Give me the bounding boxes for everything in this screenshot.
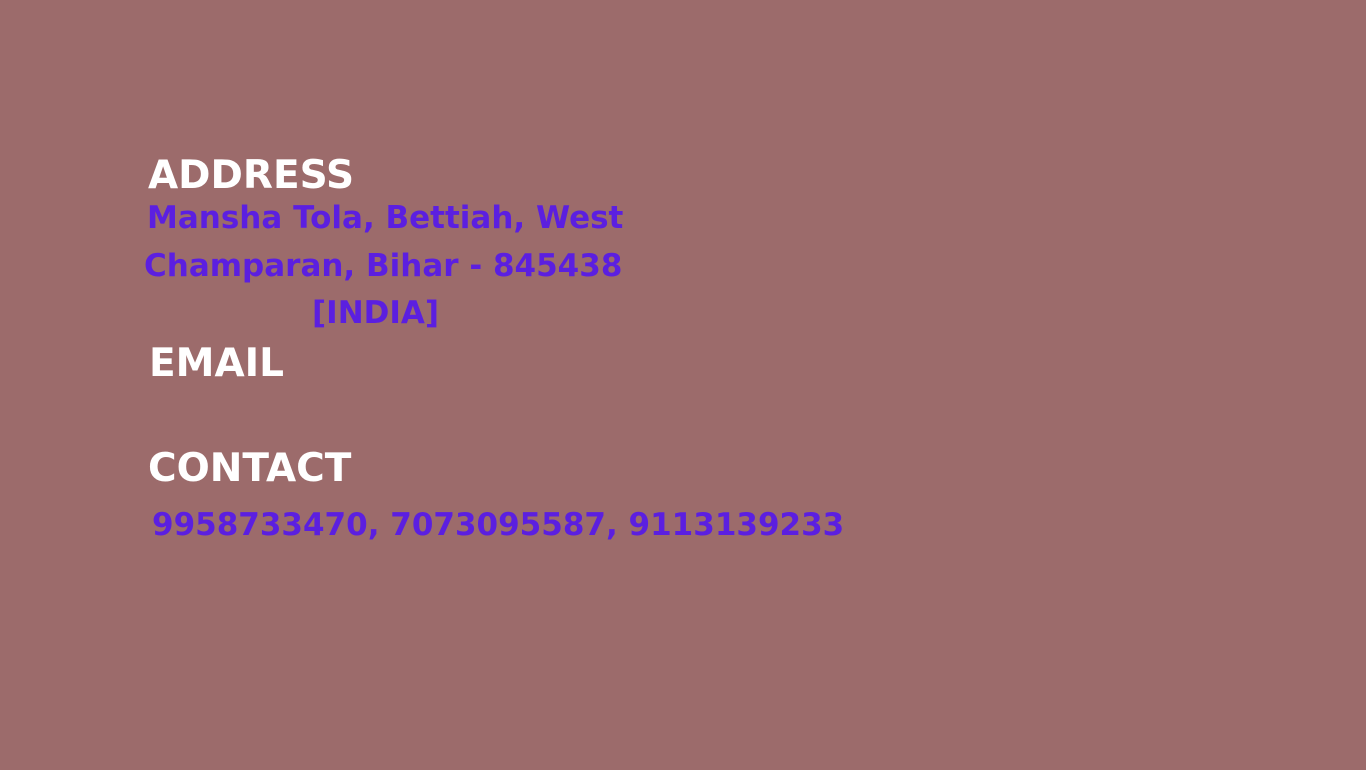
contact-heading: CONTACT [148, 446, 352, 491]
address-line-1: Mansha Tola, Bettiah, West [147, 200, 624, 236]
address-line-2: Champaran, Bihar - 845438 [144, 248, 623, 284]
address-country: [INDIA] [312, 295, 440, 331]
contact-phone-numbers: 9958733470, 7073095587, 9113139233 [152, 507, 845, 543]
address-heading: ADDRESS [148, 153, 355, 198]
email-heading: EMAIL [149, 341, 284, 386]
